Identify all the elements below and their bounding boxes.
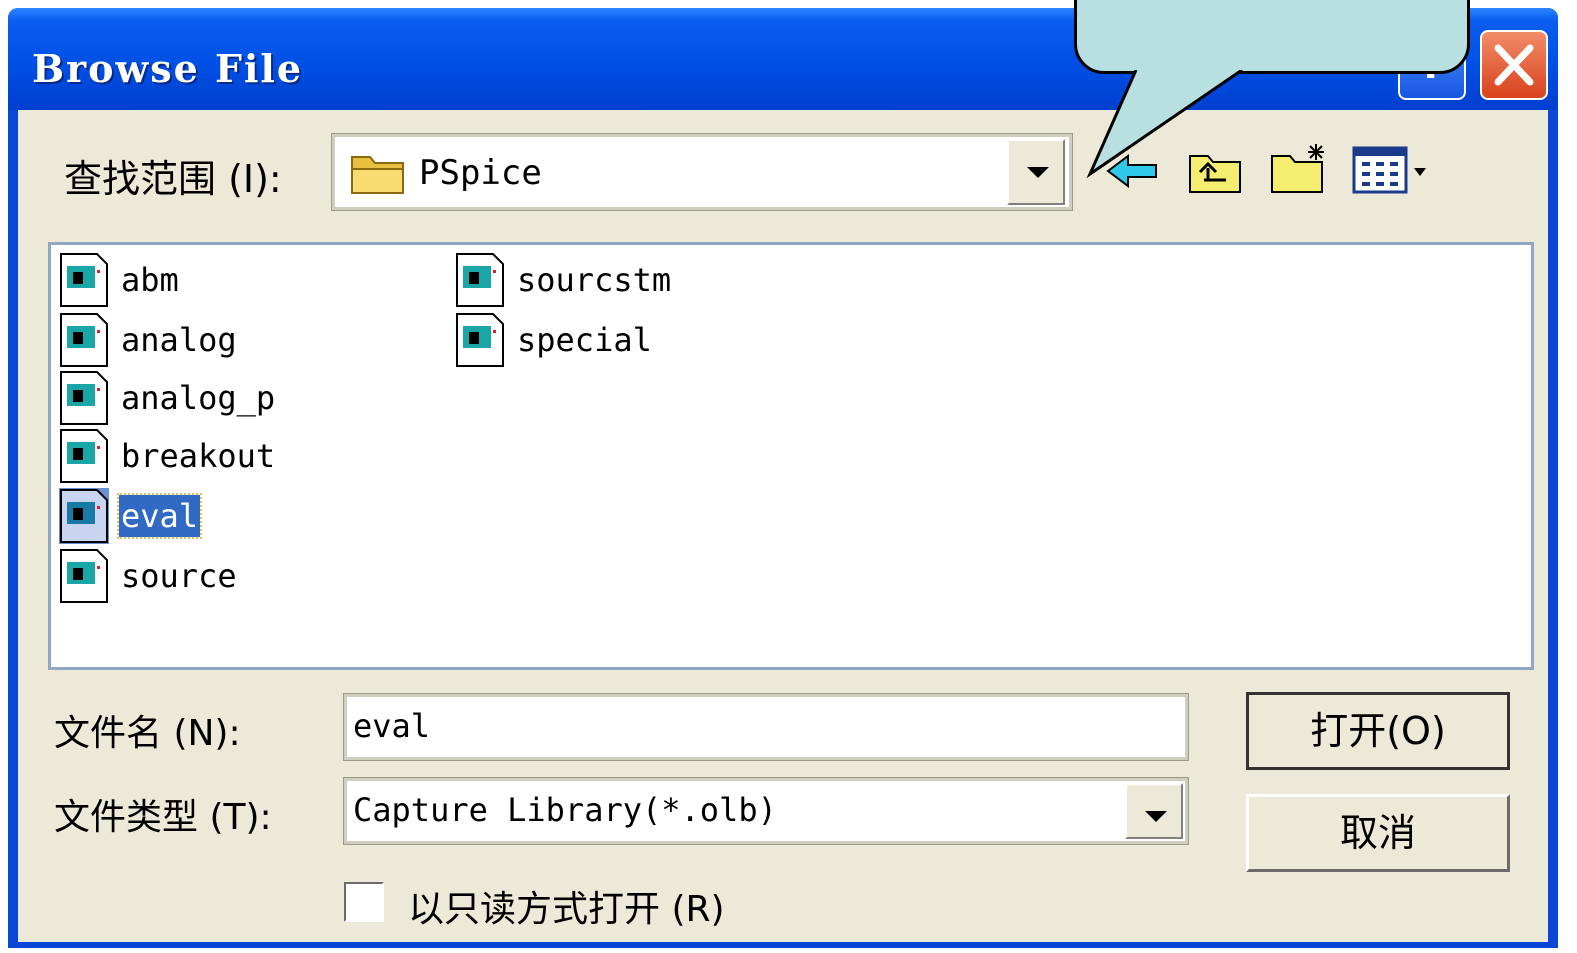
lookin-value: PSpice	[419, 153, 542, 193]
cancel-button[interactable]: 取消	[1246, 794, 1510, 872]
file-item-eval[interactable]: eval	[59, 487, 203, 545]
file-name: abm	[121, 261, 179, 299]
lookin-dropdown-button[interactable]	[1007, 139, 1065, 205]
browse-file-dialog: Browse File ? 查找范围 (I): PSpice	[8, 8, 1558, 948]
file-name: special	[517, 321, 652, 359]
filetype-dropdown-button[interactable]	[1125, 783, 1183, 839]
file-name: sourcstm	[517, 261, 672, 299]
readonly-label: 以只读方式打开 (R)	[408, 889, 725, 930]
file-name: source	[121, 557, 237, 595]
filename-input[interactable]: eval	[343, 693, 1189, 761]
file-name: eval	[116, 493, 203, 539]
filename-value: eval	[353, 707, 431, 745]
close-button[interactable]	[1480, 30, 1548, 100]
file-item-source[interactable]: source	[59, 547, 239, 605]
new-folder-icon[interactable]	[1268, 140, 1332, 196]
file-name: analog_p	[121, 379, 276, 417]
close-icon	[1494, 44, 1534, 86]
library-file-icon	[59, 488, 109, 544]
file-item-sourcstm[interactable]: sourcstm	[455, 251, 673, 309]
dialog-body: 查找范围 (I): PSpice abm analog analog_p bre…	[18, 110, 1548, 942]
readonly-checkbox[interactable]	[344, 882, 384, 922]
callout-bubble	[1074, 0, 1470, 74]
library-file-icon	[60, 253, 108, 307]
folder-icon	[351, 156, 404, 194]
file-list[interactable]: abm analog analog_p breakout eval source	[48, 242, 1534, 670]
open-button[interactable]: 打开(O)	[1246, 692, 1510, 770]
view-menu-icon[interactable]	[1352, 146, 1442, 196]
file-item-analog-p[interactable]: analog_p	[59, 369, 277, 427]
file-item-special[interactable]: special	[455, 311, 654, 369]
file-item-abm[interactable]: abm	[59, 251, 181, 309]
file-name: breakout	[121, 437, 276, 475]
filetype-dropdown[interactable]: Capture Library(*.olb)	[343, 777, 1189, 845]
library-file-icon	[456, 313, 504, 367]
file-item-analog[interactable]: analog	[59, 311, 239, 369]
filetype-value: Capture Library(*.olb)	[353, 791, 777, 829]
filename-label: 文件名 (N):	[54, 713, 241, 754]
library-file-icon	[60, 313, 108, 367]
callout-pointer	[1086, 70, 1243, 179]
file-item-breakout[interactable]: breakout	[59, 427, 277, 485]
filetype-label: 文件类型 (T):	[54, 797, 272, 838]
lookin-dropdown[interactable]: PSpice	[331, 133, 1073, 211]
library-file-icon	[60, 371, 108, 425]
lookin-label: 查找范围 (I):	[64, 157, 282, 201]
library-file-icon	[456, 253, 504, 307]
library-file-icon	[60, 429, 108, 483]
library-file-icon	[60, 549, 108, 603]
window-title: Browse File	[32, 46, 304, 91]
file-name: analog	[121, 321, 237, 359]
